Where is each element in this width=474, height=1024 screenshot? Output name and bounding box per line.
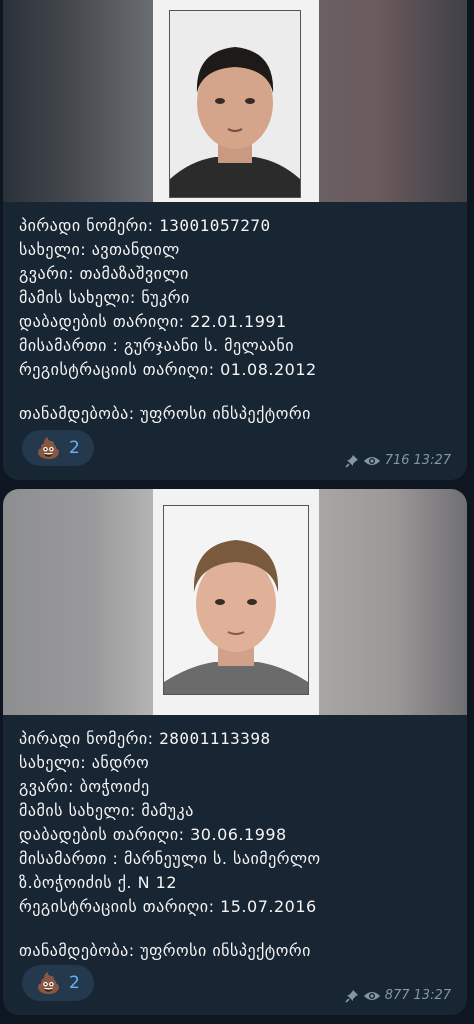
id-photo <box>169 10 301 198</box>
father-name-line: მამის სახელი: მამუკა <box>19 801 194 820</box>
photo-area[interactable] <box>3 489 467 715</box>
eye-icon <box>363 990 381 1002</box>
id-photo-frame <box>153 489 319 715</box>
message-post-1[interactable]: პირადი ნომერი: 13001057270 სახელი: ავთან… <box>3 0 467 480</box>
photo-area[interactable] <box>3 0 467 202</box>
reaction-count: 2 <box>69 973 80 993</box>
personal-number-label: პირადი ნომერი: <box>19 216 160 235</box>
position-line: თანამდებობა: უფროსი ინსპექტორი <box>19 404 311 423</box>
eye-icon <box>363 455 381 467</box>
poop-emoji-icon: 💩 <box>36 436 62 460</box>
address-line: მისამართი : გურჯაანი ს. მელაანი <box>19 336 295 355</box>
message-time: 13:27 <box>413 453 451 468</box>
reaction-count: 2 <box>69 438 80 458</box>
birth-date-line: დაბადების თარიღი: 30.06.1998 <box>19 825 287 844</box>
personal-number-line: პირადი ნომერი: 28001113398 <box>19 727 467 751</box>
reaction-button[interactable]: 💩 2 <box>22 430 94 466</box>
message-footer: 💩 2 877 13:27 <box>3 959 467 1015</box>
pin-icon <box>345 989 359 1003</box>
id-photo-frame <box>153 0 319 202</box>
personal-number-label: პირადი ნომერი: <box>19 729 160 748</box>
message-post-2[interactable]: პირადი ნომერი: 28001113398 სახელი: ანდრო… <box>3 489 467 1015</box>
registration-date-line: რეგისტრაციის თარიღი: 15.07.2016 <box>19 897 317 916</box>
address-line: მისამართი : მარნეული ს. საიმერლო <box>19 849 321 868</box>
message-time: 13:27 <box>413 988 451 1003</box>
last-name-line: გვარი: ბოჭოიძე <box>19 777 150 796</box>
views-count: 716 <box>384 453 410 468</box>
blurred-background-right <box>319 0 467 202</box>
views-count: 877 <box>384 988 410 1003</box>
father-name-line: მამის სახელი: ნუკრი <box>19 288 190 307</box>
first-name-line: სახელი: ავთანდილ <box>19 240 180 259</box>
person-photo-icon <box>170 11 300 197</box>
person-photo-icon <box>164 506 308 694</box>
message-meta: 716 13:27 <box>345 453 451 468</box>
id-photo <box>163 505 309 695</box>
pin-icon <box>345 454 359 468</box>
person-info: პირადი ნომერი: 28001113398 სახელი: ანდრო… <box>3 715 467 963</box>
poop-emoji-icon: 💩 <box>36 971 62 995</box>
registration-date-line: რეგისტრაციის თარიღი: 01.08.2012 <box>19 360 317 379</box>
address-line-2: ზ.ბოჭოიძის ქ. N 12 <box>19 873 178 892</box>
personal-number-line: პირადი ნომერი: 13001057270 <box>19 214 467 238</box>
blurred-background-right <box>319 489 467 715</box>
birth-date-line: დაბადების თარიღი: 22.01.1991 <box>19 312 287 331</box>
blurred-background-left <box>3 489 153 715</box>
last-name-line: გვარი: თამაზაშვილი <box>19 264 189 283</box>
reaction-button[interactable]: 💩 2 <box>22 965 94 1001</box>
personal-number-value[interactable]: 13001057270 <box>159 216 270 235</box>
personal-number-value[interactable]: 28001113398 <box>159 729 270 748</box>
message-footer: 💩 2 716 13:27 <box>3 424 467 480</box>
blurred-background-left <box>3 0 153 202</box>
message-meta: 877 13:27 <box>345 988 451 1003</box>
person-info: პირადი ნომერი: 13001057270 სახელი: ავთან… <box>3 202 467 426</box>
first-name-line: სახელი: ანდრო <box>19 753 150 772</box>
